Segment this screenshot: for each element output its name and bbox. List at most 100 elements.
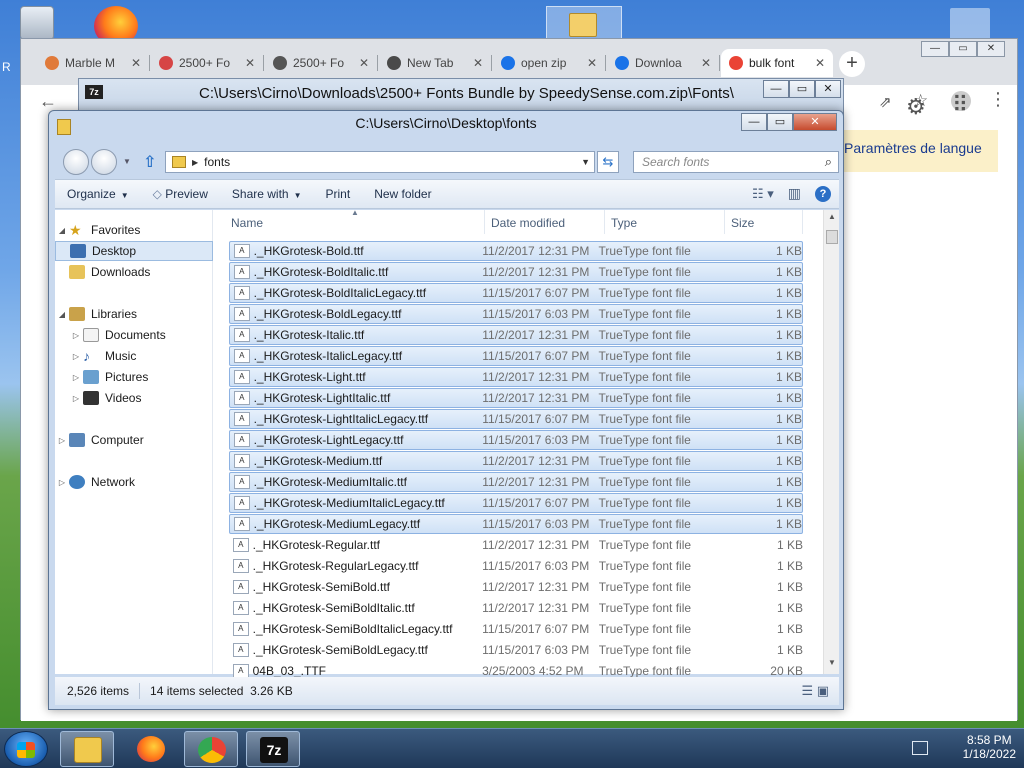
search-input[interactable]: Search fonts ⌕ xyxy=(633,151,839,173)
file-row[interactable]: A ._HKGrotesk-LightLegacy.ttf 11/15/2017 6… xyxy=(229,430,803,450)
font-file-icon: A xyxy=(234,496,250,510)
font-file-icon: A xyxy=(234,475,250,489)
nav-music[interactable]: ▷ ♪ Music xyxy=(55,346,213,366)
nav-pictures[interactable]: ▷ Pictures xyxy=(55,367,213,387)
share-icon[interactable]: ⇗ xyxy=(879,93,892,111)
file-row[interactable]: A ._HKGrotesk-SemiBoldItalic.ttf 11/2/2017… xyxy=(229,598,803,618)
file-size: 1 KB xyxy=(775,412,802,426)
file-row[interactable]: A ._HKGrotesk-Bold.ttf 11/2/2017 12:31 PM T… xyxy=(229,241,803,261)
tab-label: Marble M xyxy=(65,56,116,70)
network-tray-icon[interactable] xyxy=(912,741,928,755)
tab-close-icon[interactable]: ✕ xyxy=(245,56,255,70)
breadcrumb-arrow-icon[interactable]: ▶ xyxy=(192,158,198,167)
file-row[interactable]: A ._HKGrotesk-MediumItalic.ttf 11/2/2017 1… xyxy=(229,472,803,492)
nav-documents[interactable]: ▷ Documents xyxy=(55,325,213,345)
maximize-button[interactable]: ▭ xyxy=(789,80,815,98)
file-row[interactable]: A ._HKGrotesk-SemiBoldItalicLegacy.ttf 11/… xyxy=(229,619,803,639)
organize-button[interactable]: Organize ▼ xyxy=(55,187,141,201)
file-row[interactable]: A ._HKGrotesk-MediumLegacy.ttf 11/15/2017 … xyxy=(229,514,803,534)
details-view-icon[interactable]: ☰ ▣ xyxy=(801,683,829,699)
navigation-pane: ◢ ★ Favorites Desktop Downloads ◢ Libraries… xyxy=(55,210,213,674)
nav-computer[interactable]: ▷ Computer xyxy=(55,430,213,450)
file-row[interactable]: A ._HKGrotesk-MediumItalicLegacy.ttf 11/15… xyxy=(229,493,803,513)
column-header-name[interactable]: ▲ Name xyxy=(225,208,485,234)
file-row[interactable]: A ._HKGrotesk-LightItalic.ttf 11/2/2017 12… xyxy=(229,388,803,408)
nav-desktop[interactable]: Desktop xyxy=(55,241,213,261)
nav-favorites[interactable]: ◢ ★ Favorites xyxy=(55,220,213,240)
tab-favicon-icon xyxy=(387,56,401,70)
chrome-tab[interactable]: 2500+ Fo ✕ xyxy=(265,49,377,77)
file-row[interactable]: A ._HKGrotesk-BoldItalic.ttf 11/2/2017 12:… xyxy=(229,262,803,282)
tab-close-icon[interactable]: ✕ xyxy=(359,56,369,70)
recent-pages-dropdown-icon[interactable]: ▼ xyxy=(123,157,131,166)
file-row[interactable]: A ._HKGrotesk-ItalicLegacy.ttf 11/15/2017 … xyxy=(229,346,803,366)
column-header-size[interactable]: Size xyxy=(725,210,803,234)
close-button[interactable]: ✕ xyxy=(793,113,837,131)
preview-pane-icon[interactable]: ▥ xyxy=(788,185,801,202)
close-button[interactable]: ✕ xyxy=(977,41,1005,57)
nav-downloads[interactable]: Downloads xyxy=(55,262,213,282)
file-row[interactable]: A ._HKGrotesk-BoldItalicLegacy.ttf 11/15/2… xyxy=(229,283,803,303)
tab-label: Downloa xyxy=(635,56,682,70)
tab-close-icon[interactable]: ✕ xyxy=(131,56,141,70)
taskbar-explorer[interactable] xyxy=(60,731,114,767)
nav-libraries[interactable]: ◢ Libraries xyxy=(55,304,213,324)
chrome-tab[interactable]: open zip ✕ xyxy=(493,49,605,77)
close-button[interactable]: ✕ xyxy=(815,80,841,98)
nav-network[interactable]: ▷ Network xyxy=(55,472,213,492)
taskbar-chrome[interactable] xyxy=(184,731,238,767)
breadcrumb-fonts[interactable]: fonts xyxy=(204,155,230,169)
tab-close-icon[interactable]: ✕ xyxy=(587,56,597,70)
taskbar-7zip[interactable]: 7z xyxy=(246,731,300,767)
file-row[interactable]: A ._HKGrotesk-LightItalicLegacy.ttf 11/15/… xyxy=(229,409,803,429)
file-row[interactable]: A ._HKGrotesk-Italic.ttf 11/2/2017 12:31 P… xyxy=(229,325,803,345)
refresh-button[interactable]: ⇆ xyxy=(597,151,619,173)
file-row[interactable]: A ._HKGrotesk-SemiBoldLegacy.ttf 11/15/201… xyxy=(229,640,803,660)
menu-dots-icon[interactable]: ⋮ xyxy=(989,89,1007,110)
chrome-tab[interactable]: Downloa ✕ xyxy=(607,49,719,77)
clock[interactable]: 8:58 PM 1/18/2022 xyxy=(963,733,1016,761)
chrome-tab[interactable]: Marble M ✕ xyxy=(37,49,149,77)
start-button[interactable] xyxy=(4,731,48,767)
print-button[interactable]: Print xyxy=(314,187,363,201)
minimize-button[interactable]: — xyxy=(741,113,767,131)
chrome-tab[interactable]: bulk font ✕ xyxy=(721,49,833,77)
apps-grid-icon[interactable]: ⠿ xyxy=(952,92,968,118)
minimize-button[interactable]: — xyxy=(921,41,949,57)
forward-button[interactable] xyxy=(91,149,117,175)
help-icon[interactable]: ? xyxy=(815,185,831,202)
vertical-scrollbar[interactable]: ▲ ▼ xyxy=(823,210,839,674)
minimize-button[interactable]: — xyxy=(763,80,789,98)
search-icon[interactable]: ⌕ xyxy=(825,154,832,170)
taskbar-firefox[interactable] xyxy=(124,731,178,767)
file-row[interactable]: A ._HKGrotesk-BoldLegacy.ttf 11/15/2017 6:… xyxy=(229,304,803,324)
column-header-date[interactable]: Date modified xyxy=(485,210,605,234)
column-header-type[interactable]: Type xyxy=(605,210,725,234)
file-row[interactable]: A ._HKGrotesk-SemiBold.ttf 11/2/2017 12:31… xyxy=(229,577,803,597)
chrome-tab[interactable]: 2500+ Fo ✕ xyxy=(151,49,263,77)
back-arrow-icon[interactable]: ← xyxy=(39,91,57,112)
file-row[interactable]: A ._HKGrotesk-Light.ttf 11/2/2017 12:31 PM… xyxy=(229,367,803,387)
preview-button[interactable]: ◇ Preview xyxy=(141,187,220,201)
chrome-tab[interactable]: New Tab ✕ xyxy=(379,49,491,77)
maximize-button[interactable]: ▭ xyxy=(949,41,977,57)
address-dropdown-icon[interactable]: ▼ xyxy=(581,157,590,167)
new-folder-button[interactable]: New folder xyxy=(362,187,443,201)
address-bar[interactable]: ▶ fonts ▼ xyxy=(165,151,595,173)
recycle-bin-icon[interactable] xyxy=(20,6,54,40)
up-folder-icon[interactable]: ⇧ xyxy=(143,152,156,172)
settings-gear-icon[interactable]: ⚙ xyxy=(906,94,926,120)
share-with-button[interactable]: Share with ▼ xyxy=(220,187,314,201)
file-row[interactable]: A ._HKGrotesk-Regular.ttf 11/2/2017 12:31 … xyxy=(229,535,803,555)
nav-videos[interactable]: ▷ Videos xyxy=(55,388,213,408)
back-button[interactable] xyxy=(63,149,89,175)
language-settings-banner[interactable]: Paramètres de langue xyxy=(826,130,998,172)
new-tab-button[interactable]: + xyxy=(839,51,865,77)
tab-close-icon[interactable]: ✕ xyxy=(701,56,711,70)
file-row[interactable]: A ._HKGrotesk-Medium.ttf 11/2/2017 12:31 P… xyxy=(229,451,803,471)
tab-close-icon[interactable]: ✕ xyxy=(473,56,483,70)
tab-close-icon[interactable]: ✕ xyxy=(815,56,825,70)
maximize-button[interactable]: ▭ xyxy=(767,113,793,131)
view-options-icon[interactable]: ☷ ▾ xyxy=(752,186,774,202)
file-row[interactable]: A ._HKGrotesk-RegularLegacy.ttf 11/15/2017… xyxy=(229,556,803,576)
